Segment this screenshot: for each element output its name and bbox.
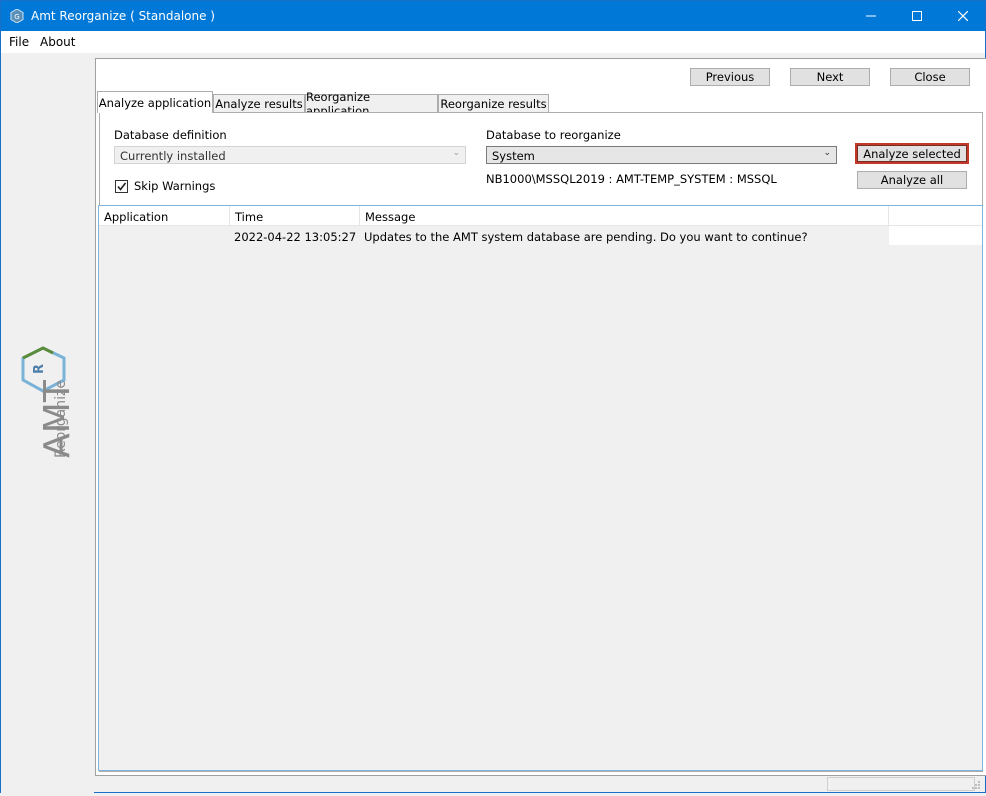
amt-reorganize-logo: R AMT Reorganize: [21, 346, 78, 458]
close-icon: [958, 11, 968, 21]
skip-warnings-label[interactable]: Skip Warnings: [134, 179, 215, 193]
title-bar[interactable]: G Amt Reorganize ( Standalone ): [1, 1, 985, 31]
resize-grip-icon[interactable]: [971, 780, 981, 790]
analyze-all-button[interactable]: Analyze all: [857, 171, 967, 189]
next-button[interactable]: Next: [790, 68, 870, 86]
db-reorganize-select[interactable]: System ⌄: [486, 146, 837, 164]
menu-about[interactable]: About: [40, 35, 75, 49]
menu-file[interactable]: File: [9, 35, 29, 49]
analyze-selected-button[interactable]: Analyze selected: [855, 143, 969, 164]
app-icon: G: [10, 9, 24, 23]
close-button[interactable]: Close: [890, 68, 970, 86]
cell-message: Updates to the AMT system database are p…: [364, 230, 808, 244]
chevron-down-icon: ⌄: [452, 148, 460, 158]
minimize-icon: [866, 15, 876, 17]
cell-time: 2022-04-22 13:05:27: [234, 230, 357, 244]
status-bar: [827, 777, 975, 791]
svg-text:G: G: [14, 13, 19, 21]
db-definition-label: Database definition: [114, 128, 227, 142]
tab-reorganize-application[interactable]: Reorganize application: [305, 90, 438, 118]
column-header-filler: [889, 206, 982, 226]
side-panel: R AMT Reorganize: [1, 53, 94, 793]
db-definition-value: Currently installed: [120, 149, 226, 163]
chevron-down-icon: ⌄: [823, 148, 831, 158]
tab-analyze-results[interactable]: Analyze results: [213, 94, 305, 112]
menu-bar: File About: [1, 31, 985, 53]
tab-analyze-application[interactable]: Analyze application: [97, 91, 213, 113]
maximize-button[interactable]: [894, 1, 940, 31]
app-window: G Amt Reorganize ( Standalone ) File Abo…: [0, 0, 986, 793]
logo-letter: R: [32, 364, 47, 374]
maximize-icon: [912, 11, 922, 21]
db-reorganize-label: Database to reorganize: [486, 128, 621, 142]
logo-subtext: Reorganize: [53, 380, 69, 458]
tab-reorganize-results[interactable]: Reorganize results: [438, 94, 549, 112]
skip-warnings-checkbox[interactable]: [115, 180, 128, 193]
checkmark-icon: [117, 182, 127, 191]
window-title: Amt Reorganize ( Standalone ): [31, 9, 215, 23]
previous-button[interactable]: Previous: [690, 68, 770, 86]
minimize-button[interactable]: [848, 1, 894, 31]
connection-info: NB1000\MSSQL2019 : AMT-TEMP_SYSTEM : MSS…: [486, 172, 777, 186]
close-window-button[interactable]: [940, 1, 986, 31]
table-row[interactable]: 2022-04-22 13:05:27 Updates to the AMT s…: [99, 206, 889, 246]
db-definition-select: Currently installed ⌄: [114, 146, 466, 164]
results-grid[interactable]: Application Time Message 2022-04-22 13:0…: [98, 205, 983, 771]
row-filler: [889, 226, 982, 245]
db-reorganize-value: System: [492, 149, 535, 163]
